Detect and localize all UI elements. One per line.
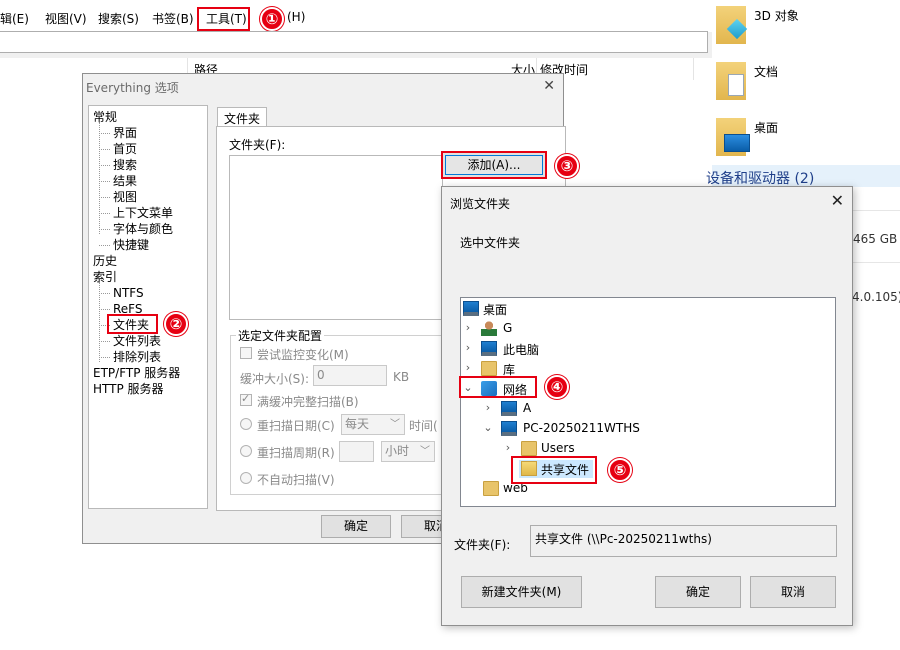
menu-help[interactable]: (H) [287, 10, 305, 24]
highlight-share-folder [511, 456, 597, 484]
expand-users-icon[interactable]: › [503, 441, 513, 454]
highlight-network [459, 376, 537, 398]
full-rescan-label: 满缓冲完整扫描(B) [257, 395, 359, 409]
highlight-folders-tree [107, 314, 158, 334]
folder-3d-icon [716, 6, 748, 44]
explorer-item-3d[interactable]: 3D 对象 [712, 0, 900, 52]
explorer-label-documents: 文档 [754, 65, 779, 79]
highlight-tools-menu [197, 7, 250, 31]
add-folder-button[interactable]: 添加(A)... [441, 151, 547, 179]
explorer-section-devices[interactable]: 设备和驱动器 (2) [706, 165, 900, 187]
expand-library-icon[interactable]: › [463, 361, 473, 374]
menu-bookmarks[interactable]: 书签(B) [152, 10, 194, 27]
time-label: 时间( [409, 419, 438, 433]
options-ok-button[interactable]: 确定 [321, 515, 391, 538]
rescan-period-label: 重扫描周期(R) [257, 446, 335, 460]
options-tree-item[interactable]: 界面 [113, 126, 137, 140]
options-tree-item[interactable]: NTFS [113, 286, 144, 300]
node-this-pc[interactable]: › 此电脑 [463, 340, 663, 358]
options-tree-item[interactable]: 历史 [93, 254, 117, 268]
explorer-item-documents[interactable]: 文档 [712, 56, 900, 108]
rescan-period-radio[interactable] [240, 445, 252, 457]
marker-4: ④ [545, 375, 569, 399]
try-monitor-checkbox[interactable] [240, 347, 252, 359]
new-folder-button[interactable]: 新建文件夹(M) [461, 576, 582, 608]
folder-web-icon [483, 481, 499, 496]
options-tree-item[interactable]: 字体与颜色 [113, 222, 173, 236]
options-tree-item[interactable]: 结果 [113, 174, 137, 188]
desktop-icon [463, 301, 479, 316]
marker-3: ③ [555, 154, 579, 178]
expand-a-icon[interactable]: › [483, 401, 493, 414]
expand-this-pc-icon[interactable]: › [463, 341, 473, 354]
explorer-label-3d: 3D 对象 [754, 9, 799, 23]
expand-g-icon[interactable]: › [463, 321, 473, 334]
rescan-daily-radio[interactable] [240, 418, 252, 430]
options-tree-item[interactable]: 搜索 [113, 158, 137, 172]
full-rescan-checkbox[interactable] [240, 392, 252, 406]
folder-documents-icon [716, 62, 746, 100]
folder-desktop-icon [716, 118, 750, 156]
menu-view[interactable]: 视图(V) [45, 10, 87, 27]
explorer-item-desktop[interactable]: 桌面 [712, 112, 900, 164]
browse-hint: 选中文件夹 [460, 236, 521, 250]
marker-1: ① [260, 7, 284, 31]
options-tree-item[interactable]: HTTP 服务器 [93, 382, 164, 396]
no-auto-radio[interactable] [240, 472, 252, 484]
buffer-label: 缓冲大小(S): [240, 372, 310, 386]
node-g[interactable]: › G [463, 320, 663, 338]
tab-folders[interactable]: 文件夹 [217, 107, 267, 127]
folders-label: 文件夹(F): [229, 138, 286, 152]
browse-ok-button[interactable]: 确定 [655, 576, 741, 608]
try-monitor-label: 尝试监控变化(M) [257, 348, 349, 362]
options-tree-item[interactable]: 常规 [93, 110, 117, 124]
options-tree-item[interactable]: 索引 [93, 270, 117, 284]
computer-pc-icon [501, 421, 517, 436]
options-tree-item[interactable]: 排除列表 [113, 350, 161, 364]
options-tree-item[interactable]: 文件列表 [113, 334, 161, 348]
no-auto-label: 不自动扫描(V) [257, 473, 335, 487]
computer-a-icon [501, 401, 517, 416]
buffer-unit: KB [393, 370, 410, 384]
menu-bar: 辑(E) 视图(V) 搜索(S) 书签(B) 工具(T) (H) [0, 0, 712, 32]
options-tree-item[interactable]: 首页 [113, 142, 137, 156]
network-location-text: 4.0.105) [852, 290, 900, 304]
node-a[interactable]: › A [483, 400, 683, 418]
explorer-label-desktop: 桌面 [754, 121, 779, 135]
folder-label: 文件夹(F): [454, 538, 511, 552]
user-icon [481, 321, 497, 336]
folders-list[interactable] [229, 155, 443, 320]
rescan-daily-select[interactable]: 每天 ﹀ [341, 414, 405, 435]
computer-icon [481, 341, 497, 356]
disk-free-space: 465 GB [853, 232, 898, 246]
node-pc[interactable]: ⌄ PC-20250211WTHS [483, 420, 683, 438]
options-tree-item[interactable]: 上下文菜单 [113, 206, 173, 220]
marker-5: ⑤ [608, 458, 632, 482]
browse-close-icon[interactable]: ✕ [831, 191, 844, 210]
rescan-period-input[interactable] [339, 441, 374, 462]
node-desktop[interactable]: 桌面 [463, 300, 663, 318]
options-tree-item[interactable]: ETP/FTP 服务器 [93, 366, 180, 380]
browse-folder-dialog: 浏览文件夹 ✕ 选中文件夹 桌面 › G › 此电脑 › 库 ⌄ 网络 › A … [441, 186, 853, 626]
marker-2: ② [164, 312, 188, 336]
add-folder-button-label: 添加(A)... [445, 155, 543, 175]
options-tree-item[interactable]: 视图 [113, 190, 137, 204]
options-title: Everything 选项 [86, 81, 179, 95]
library-icon [481, 361, 497, 376]
search-input[interactable] [0, 31, 708, 53]
options-tree: 常规 界面 首页 搜索 结果 视图 上下文菜单 字体与颜色 快捷键 历史 索引 NTFS ReFS 文件夹… [88, 105, 208, 509]
browse-cancel-button[interactable]: 取消 [750, 576, 836, 608]
browse-title: 浏览文件夹 [450, 197, 511, 211]
menu-edit[interactable]: 辑(E) [0, 10, 29, 27]
buffer-input[interactable]: 0 [313, 365, 387, 386]
folder-config-title: 选定文件夹配置 [236, 327, 325, 344]
collapse-pc-icon[interactable]: ⌄ [483, 421, 493, 434]
folder-path-field[interactable]: 共享文件 (\\Pc-20250211wths) [530, 525, 837, 557]
rescan-period-unit-select[interactable]: 小时 ﹀ [381, 441, 435, 462]
rescan-daily-label: 重扫描日期(C) [257, 419, 335, 433]
folder-users-icon [521, 441, 537, 456]
menu-search[interactable]: 搜索(S) [98, 10, 139, 27]
options-tree-item[interactable]: 快捷键 [113, 238, 149, 252]
options-close-icon[interactable]: ✕ [543, 78, 555, 94]
